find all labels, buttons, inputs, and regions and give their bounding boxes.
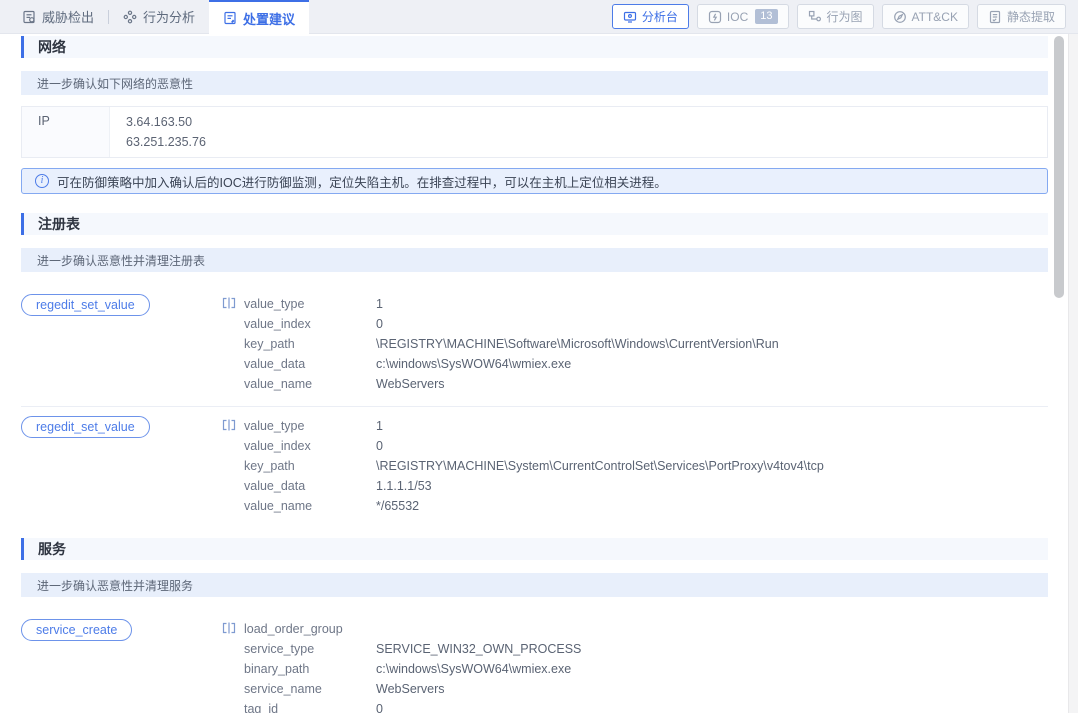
fields-bracket-icon (222, 297, 236, 309)
section-title: 注册表 (38, 214, 80, 234)
section-title: 网络 (38, 37, 66, 57)
ioc-ip-table: IP 3.64.163.50 63.251.235.76 (21, 106, 1048, 158)
field-rows: value_type1 value_index0 key_path\REGIST… (244, 416, 824, 516)
tab-disposal-advice[interactable]: 处置建议 (209, 0, 309, 34)
field-row: value_datac:\windows\SysWOW64\wmiex.exe (244, 354, 779, 374)
topology-graph-icon (808, 10, 822, 24)
static-extract-button[interactable]: 静态提取 (977, 4, 1066, 29)
disposal-advice-panel: 网络 进一步确认如下网络的恶意性 IP 3.64.163.50 63.251.2… (21, 36, 1048, 713)
tab-behavior-analysis[interactable]: 行为分析 (109, 0, 209, 33)
info-banner: i 可在防御策略中加入确认后的IOC进行防御监测，定位失陷主机。在排查过程中，可… (21, 168, 1048, 194)
tab-label: 行为分析 (143, 7, 195, 26)
field-row: service_nameWebServers (244, 679, 581, 699)
fields-bracket-icon (222, 622, 236, 634)
field-row: value_nameWebServers (244, 374, 779, 394)
monitor-icon (623, 10, 637, 24)
regedit-set-value-button[interactable]: regedit_set_value (21, 294, 150, 316)
tab-label: 威胁检出 (42, 7, 94, 26)
service-create-button[interactable]: service_create (21, 619, 132, 641)
behavior-flower-icon (123, 10, 137, 24)
button-label: 分析台 (642, 8, 678, 25)
field-row: binary_pathc:\windows\SysWOW64\wmiex.exe (244, 659, 581, 679)
tab-label: 处置建议 (243, 9, 295, 28)
extract-document-icon (988, 10, 1002, 24)
field-row: load_order_group (244, 619, 581, 639)
attck-button[interactable]: ATT&CK (882, 4, 969, 29)
field-row: value_type1 (244, 416, 824, 436)
service-entry: service_create load_order_group service_… (21, 619, 1048, 713)
vertical-scrollbar[interactable] (1054, 36, 1064, 298)
section-header-network: 网络 (21, 36, 1048, 58)
field-row: service_typeSERVICE_WIN32_OWN_PROCESS (244, 639, 581, 659)
field-rows: load_order_group service_typeSERVICE_WIN… (244, 619, 581, 713)
info-icon: i (35, 174, 49, 188)
field-row: value_index0 (244, 314, 779, 334)
ioc-button[interactable]: IOC 13 (697, 4, 789, 29)
registry-entry: regedit_set_value value_type1 value_inde… (21, 294, 1048, 407)
ip-table-values: 3.64.163.50 63.251.235.76 (110, 107, 206, 157)
section-subtitle-service: 进一步确认恶意性并清理服务 (21, 573, 1048, 597)
analysis-console-button[interactable]: 分析台 (612, 4, 689, 29)
field-row: value_index0 (244, 436, 824, 456)
attck-compass-icon (893, 10, 907, 24)
advice-document-icon (223, 11, 237, 25)
section-header-registry: 注册表 (21, 213, 1048, 235)
field-row: key_path\REGISTRY\MACHINE\System\Current… (244, 456, 824, 476)
button-label: IOC (727, 10, 748, 24)
regedit-set-value-button[interactable]: regedit_set_value (21, 416, 150, 438)
section-header-service: 服务 (21, 538, 1048, 560)
field-rows: value_type1 value_index0 key_path\REGIST… (244, 294, 779, 394)
section-subtitle-network: 进一步确认如下网络的恶意性 (21, 71, 1048, 95)
toolbar: 分析台 IOC 13 行为图 (612, 0, 1078, 33)
field-row: tag_id0 (244, 699, 581, 713)
top-tab-bar: 威胁检出 行为分析 处置建议 (0, 0, 1078, 34)
field-row: value_data1.1.1.1/53 (244, 476, 824, 496)
fields-bracket-icon (222, 419, 236, 431)
button-label: ATT&CK (912, 10, 958, 24)
button-label: 行为图 (827, 8, 863, 25)
ip-value[interactable]: 3.64.163.50 (126, 112, 206, 132)
field-row: key_path\REGISTRY\MACHINE\Software\Micro… (244, 334, 779, 354)
threat-report-icon (22, 10, 36, 24)
ioc-count-badge: 13 (755, 9, 777, 24)
ip-table-header: IP (22, 107, 110, 157)
ip-value[interactable]: 63.251.235.76 (126, 132, 206, 152)
ioc-lightning-icon (708, 10, 722, 24)
info-banner-text: 可在防御策略中加入确认后的IOC进行防御监测，定位失陷主机。在排查过程中，可以在… (57, 172, 667, 191)
section-subtitle-registry: 进一步确认恶意性并清理注册表 (21, 248, 1048, 272)
behavior-graph-button[interactable]: 行为图 (797, 4, 874, 29)
button-label: 静态提取 (1007, 8, 1055, 25)
field-row: value_type1 (244, 294, 779, 314)
page-gutter (1068, 34, 1078, 713)
registry-entry: regedit_set_value value_type1 value_inde… (21, 413, 1048, 516)
section-title: 服务 (38, 539, 66, 559)
tab-threat-detection[interactable]: 威胁检出 (8, 0, 108, 33)
field-row: value_name*/65532 (244, 496, 824, 516)
